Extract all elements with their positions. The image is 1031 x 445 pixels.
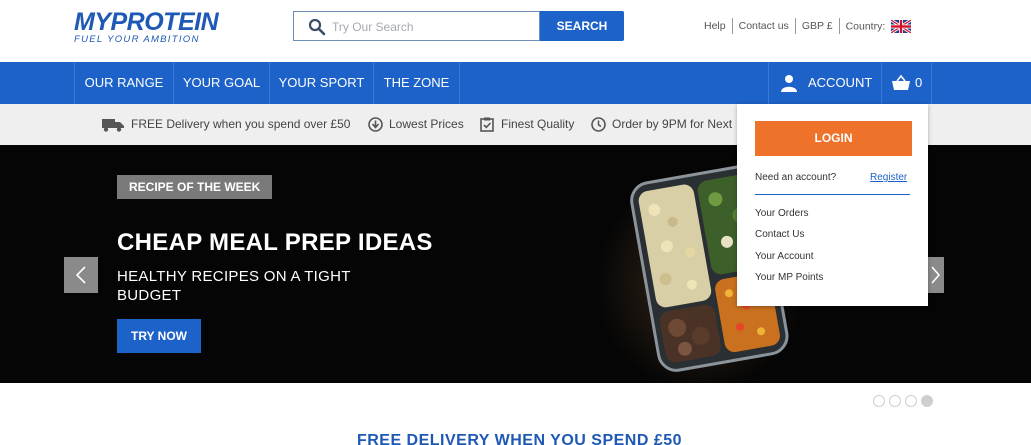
search-input[interactable] <box>332 18 532 36</box>
contact-us-dropdown-link[interactable]: Contact Us <box>755 229 804 240</box>
country-selector[interactable]: Country: <box>845 19 912 33</box>
hero-subtitle: HEALTHY RECIPES ON A TIGHT BUDGET <box>117 268 351 304</box>
search-bar: SEARCH <box>293 11 624 41</box>
nav-item-your-goal[interactable]: YOUR GOAL <box>174 62 270 104</box>
try-now-button[interactable]: TRY NOW <box>117 319 201 353</box>
nav-item-your-sport[interactable]: YOUR SPORT <box>270 62 374 104</box>
account-menu-button[interactable]: ACCOUNT <box>768 62 882 104</box>
clock-icon <box>591 117 606 132</box>
search-button[interactable]: SEARCH <box>540 11 624 41</box>
carousel-dot[interactable] <box>873 395 885 407</box>
carousel-dot[interactable] <box>889 395 901 407</box>
basket-count: 0 <box>915 75 923 90</box>
basket-button[interactable]: 0 <box>882 62 932 104</box>
carousel-dot-active[interactable] <box>921 395 933 407</box>
nav-item-the-zone[interactable]: THE ZONE <box>374 62 460 104</box>
carousel-prev-button[interactable] <box>64 257 98 293</box>
search-box <box>293 11 540 41</box>
chevron-right-icon <box>931 266 941 284</box>
search-icon <box>308 18 326 36</box>
delivery-truck-icon <box>102 119 124 132</box>
help-link[interactable]: Help <box>704 20 726 32</box>
promo-banner: FREE DELIVERY WHEN YOU SPEND £50 <box>356 432 683 445</box>
page: MYPROTEIN FUEL YOUR AMBITION SEARCH Help… <box>0 0 1031 445</box>
myprotein-logo[interactable]: MYPROTEIN FUEL YOUR AMBITION <box>74 8 219 45</box>
account-dropdown: LOGIN Need an account? Register Your Ord… <box>737 104 928 306</box>
nav-item-our-range[interactable]: OUR RANGE <box>74 62 174 104</box>
logo-wordmark: MYPROTEIN <box>74 8 219 36</box>
hero-title: CHEAP MEAL PREP IDEAS <box>117 229 433 256</box>
usp-label: FREE Delivery when you spend over £50 <box>131 117 351 131</box>
usp-label: Order by 9PM for Next <box>612 117 733 131</box>
down-arrow-circle-icon <box>368 117 383 132</box>
your-mp-points-link[interactable]: Your MP Points <box>755 272 823 283</box>
your-orders-link[interactable]: Your Orders <box>755 208 809 219</box>
uk-flag-icon <box>891 19 912 33</box>
need-account-text: Need an account? <box>755 172 837 183</box>
top-header: MYPROTEIN FUEL YOUR AMBITION SEARCH Help… <box>0 0 1031 62</box>
main-nav: OUR RANGE YOUR GOAL YOUR SPORT THE ZONE … <box>0 62 1031 104</box>
clipboard-check-icon <box>480 117 494 132</box>
chevron-left-icon <box>75 266 86 284</box>
top-links: Help Contact us GBP £ Country: <box>704 18 912 34</box>
usp-label: Finest Quality <box>501 117 575 131</box>
register-link[interactable]: Register <box>870 172 907 183</box>
currency-selector[interactable]: GBP £ <box>802 20 833 32</box>
basket-icon <box>892 75 910 90</box>
divider <box>755 194 910 195</box>
country-label: Country: <box>845 19 886 32</box>
carousel-next-button[interactable] <box>926 257 944 293</box>
carousel-dot[interactable] <box>905 395 917 407</box>
account-label: ACCOUNT <box>808 75 873 90</box>
divider <box>838 18 840 34</box>
your-account-link[interactable]: Your Account <box>755 251 814 262</box>
login-button[interactable]: LOGIN <box>755 121 912 156</box>
user-icon <box>781 75 797 92</box>
divider <box>794 18 796 34</box>
usp-label: Lowest Prices <box>389 117 464 131</box>
divider <box>731 18 733 34</box>
logo-tagline: FUEL YOUR AMBITION <box>74 34 200 45</box>
contact-us-link[interactable]: Contact us <box>739 20 789 32</box>
hero-tag: RECIPE OF THE WEEK <box>117 175 273 199</box>
